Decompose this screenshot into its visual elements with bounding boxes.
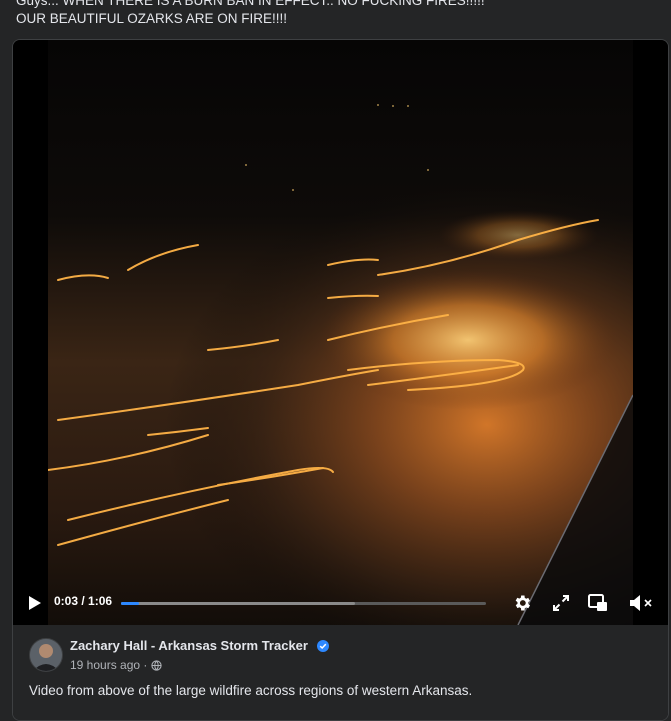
mute-button[interactable]	[627, 591, 655, 615]
post-text: Guys... WHEN THERE IS A BURN BAN IN EFFE…	[16, 0, 656, 28]
post-text-line-2: OUR BEAUTIFUL OZARKS ARE ON FIRE!!!!	[16, 11, 288, 26]
progress-played	[121, 602, 139, 605]
video-frame[interactable]	[48, 40, 633, 625]
avatar-image	[30, 639, 62, 671]
video-controls: 0:03 / 1:06	[13, 581, 668, 625]
post-timestamp[interactable]: 19 hours ago	[70, 658, 140, 672]
muted-volume-icon	[630, 595, 652, 611]
play-button[interactable]	[25, 592, 45, 614]
picture-in-picture-icon	[588, 594, 607, 611]
play-icon	[29, 596, 41, 610]
shared-post-meta: Zachary Hall - Arkansas Storm Tracker 19…	[13, 625, 668, 720]
separator: ·	[143, 658, 148, 672]
progress-bar[interactable]	[121, 602, 486, 605]
video-player[interactable]: 0:03 / 1:06	[13, 40, 668, 625]
settings-button[interactable]	[511, 592, 533, 614]
post-text-line-1: Guys... WHEN THERE IS A BURN BAN IN EFFE…	[16, 0, 485, 8]
pip-button[interactable]	[586, 591, 610, 615]
buffer-bar	[121, 602, 355, 605]
wildfire-aerial-image	[48, 40, 633, 625]
fullscreen-icon	[553, 595, 569, 611]
author-name-row: Zachary Hall - Arkansas Storm Tracker	[70, 638, 329, 655]
gear-icon	[515, 595, 530, 611]
shared-video-card: 0:03 / 1:06 Zachary Hall - Arkansas Stor…	[12, 39, 669, 721]
verified-badge-icon	[316, 640, 329, 655]
time-display: 0:03 / 1:06	[54, 594, 113, 608]
author-name[interactable]: Zachary Hall - Arkansas Storm Tracker	[70, 638, 308, 653]
timestamp-row: 19 hours ago ·	[70, 658, 162, 674]
shared-post-caption: Video from above of the large wildfire a…	[29, 683, 473, 698]
fullscreen-button[interactable]	[550, 592, 572, 614]
avatar[interactable]	[29, 638, 63, 672]
globe-icon	[151, 660, 162, 674]
